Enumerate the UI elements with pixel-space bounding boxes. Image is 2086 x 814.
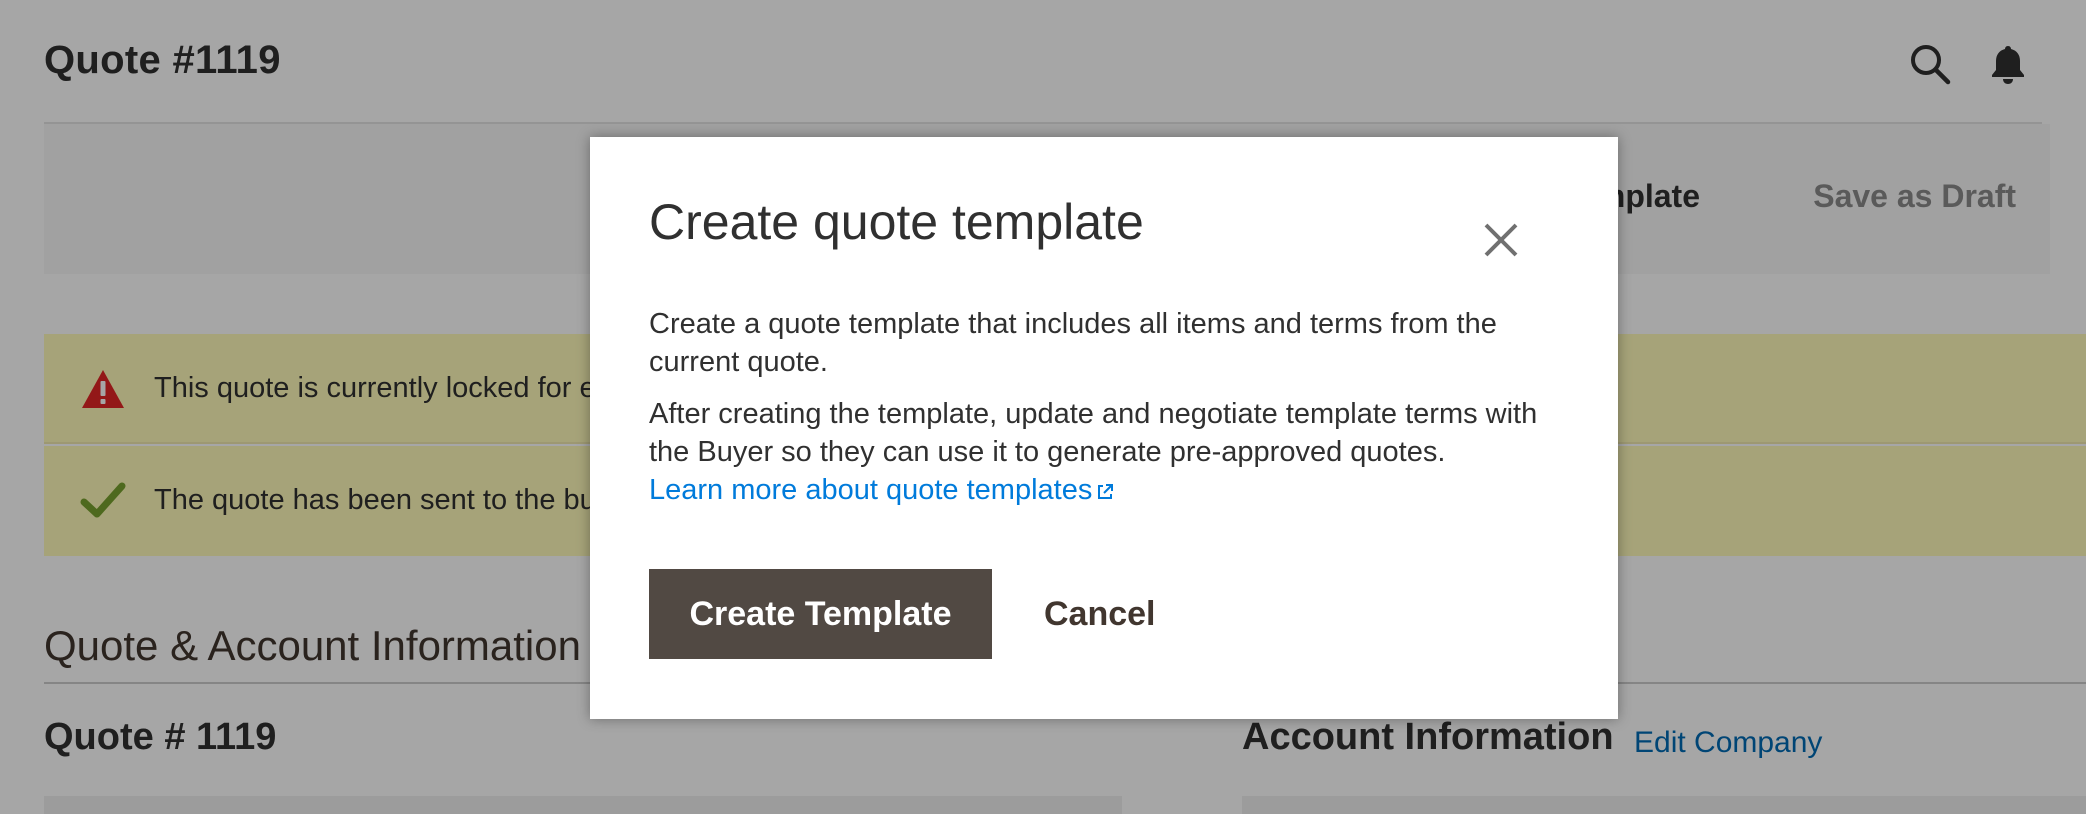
- modal-description: Create a quote template that includes al…: [649, 308, 1497, 378]
- external-link-icon: [1096, 473, 1114, 499]
- modal-instructions: After creating the template, update and …: [649, 395, 1549, 509]
- modal-title: Create quote template: [649, 194, 1144, 250]
- close-button[interactable]: [1472, 211, 1530, 269]
- create-template-button[interactable]: Create Template: [649, 569, 992, 659]
- learn-more-link[interactable]: Learn more about quote templates: [649, 474, 1114, 506]
- close-icon: [1472, 223, 1530, 272]
- modal-body: Create a quote template that includes al…: [649, 305, 1549, 523]
- create-quote-template-modal: Create quote template Create a quote tem…: [590, 137, 1618, 719]
- learn-more-link-text: Learn more about quote templates: [649, 474, 1093, 506]
- modal-instructions-text: After creating the template, update and …: [649, 398, 1538, 468]
- cancel-button[interactable]: Cancel: [1020, 581, 1180, 647]
